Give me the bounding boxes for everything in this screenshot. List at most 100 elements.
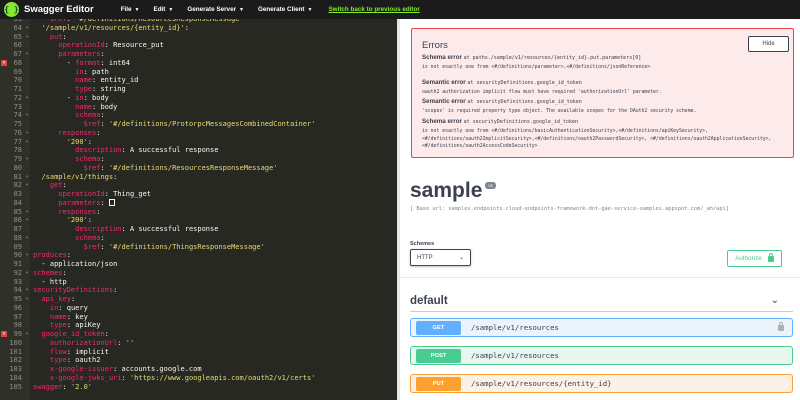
code-line[interactable]: 70 name: entity_id (0, 76, 397, 85)
code-line[interactable]: 104 x-google-jwks_uri: 'https://www.goog… (0, 374, 397, 383)
fold-arrow-icon[interactable]: ▾ (24, 330, 30, 339)
fold-arrow-icon[interactable]: ▾ (24, 173, 30, 182)
code-line[interactable]: 102 type: oauth2 (0, 356, 397, 365)
menu-generate-server[interactable]: Generate Server ▼ (187, 6, 244, 13)
http-method-badge: PUT (416, 376, 461, 391)
line-content: responses: (58, 207, 101, 216)
code-line[interactable]: 79 ▾ schema: (0, 155, 397, 164)
line-content: name: key (49, 312, 88, 321)
switch-editor-link[interactable]: Switch back to previous editor (328, 6, 419, 13)
code-line[interactable]: 84 parameters: (0, 198, 397, 208)
code-line[interactable]: × 68 - format: int64 (0, 59, 397, 68)
line-content: '/sample/v1/resources/{entity_id}': (41, 23, 189, 32)
operation-put[interactable]: PUT/sample/v1/resources/{entity_id} (410, 374, 793, 393)
fold-arrow-icon[interactable]: ▾ (24, 155, 30, 164)
code-line[interactable]: 87 description: A successful response (0, 225, 397, 234)
code-line[interactable]: 94 ▾ securityDefinitions: (0, 286, 397, 295)
line-content: x-google-issuer: accounts.google.com (49, 365, 202, 373)
menu-edit[interactable]: Edit ▼ (154, 6, 174, 13)
fold-arrow-icon[interactable]: ▾ (24, 286, 30, 295)
code-line[interactable]: 90 ▾ produces: (0, 251, 397, 260)
operation-path: /sample/v1/resources (471, 351, 559, 360)
line-content: google_id_token: (41, 330, 109, 338)
http-method-badge: GET (416, 320, 461, 335)
code-line[interactable]: 105 swagger: '2.0' (0, 383, 397, 392)
code-line[interactable]: 86 ▾ '200': (0, 216, 397, 225)
operation-post[interactable]: POST/sample/v1/resources (410, 346, 793, 365)
code-line[interactable]: 100 authorizationUrl: '' (0, 339, 397, 348)
fold-arrow-icon[interactable]: ▾ (24, 24, 30, 33)
fold-arrow-icon[interactable]: ▾ (24, 181, 30, 190)
code-line[interactable]: 92 ▾ schemes: (0, 269, 397, 278)
line-number: 83 (13, 190, 22, 198)
line-number: 100 (9, 338, 22, 347)
tag-section-default[interactable]: default ⌄ (410, 290, 793, 312)
code-line[interactable]: 67 ▾ parameters: (0, 50, 397, 59)
line-content: name: body (75, 102, 118, 111)
chevron-down-icon: ▼ (239, 6, 244, 13)
fold-arrow-icon[interactable]: ▾ (24, 138, 30, 147)
code-line[interactable]: 69 in: path (0, 68, 397, 77)
code-line[interactable]: 78 description: A successful response (0, 146, 397, 155)
line-number: 87 (13, 225, 22, 233)
code-line[interactable]: 71 type: string (0, 85, 397, 94)
code-line[interactable]: 91 - application/json (0, 260, 397, 269)
fold-arrow-icon[interactable]: ▾ (24, 94, 30, 103)
code-line[interactable]: 65 ▾ put: (0, 33, 397, 42)
fold-arrow-icon[interactable]: ▾ (24, 234, 30, 243)
code-line[interactable]: 98 type: apiKey (0, 321, 397, 330)
code-line[interactable]: 74 ▾ schema: (0, 111, 397, 120)
hide-errors-button[interactable]: Hide (748, 36, 789, 52)
code-line[interactable]: 101 flow: implicit (0, 348, 397, 357)
menu-file-label: File (120, 6, 132, 13)
code-editor[interactable]: 63 $ref: '#/definitions/ResourcesRespons… (0, 19, 397, 400)
menu-generate-client[interactable]: Generate Client ▼ (258, 6, 313, 13)
fold-arrow-icon[interactable]: ▾ (24, 251, 30, 260)
code-line[interactable]: 77 ▾ '200': (0, 138, 397, 147)
code-line[interactable]: 64 ▾ '/sample/v1/resources/{entity_id}': (0, 24, 397, 33)
fold-arrow-icon[interactable]: ▾ (24, 208, 30, 217)
code-line[interactable]: 80 $ref: '#/definitions/ResourcesRespons… (0, 164, 397, 173)
code-line[interactable]: 97 name: key (0, 313, 397, 322)
schemes-select[interactable]: HTTP ⌄ (410, 249, 471, 266)
split-divider[interactable] (397, 19, 400, 400)
line-content: swagger: '2.0' (33, 382, 93, 391)
app-logo[interactable]: { } Swagger Editor (4, 0, 94, 19)
error-location[interactable]: at securityDefinitions.google_id_token (464, 119, 578, 125)
editor-code[interactable]: 63 $ref: '#/definitions/ResourcesRespons… (0, 19, 397, 391)
fold-arrow-icon[interactable]: ▾ (24, 295, 30, 304)
code-line[interactable]: 83 operationId: Thing_get (0, 190, 397, 199)
code-line[interactable]: 96 in: query (0, 304, 397, 313)
fold-arrow-icon[interactable]: ▾ (24, 129, 30, 138)
code-line[interactable]: 72 ▾ - in: body (0, 94, 397, 103)
code-line[interactable]: 95 ▾ api_key: (0, 295, 397, 304)
code-line[interactable]: 93 - http (0, 278, 397, 287)
top-bar: { } Swagger Editor File ▼ Edit ▼ Generate … (0, 0, 800, 19)
fold-arrow-icon[interactable]: ▾ (24, 33, 30, 42)
error-location[interactable]: at securityDefinitions.google_id_token (467, 80, 581, 86)
line-number: 82 (13, 181, 22, 190)
menu-file[interactable]: File ▼ (121, 6, 140, 13)
code-line[interactable]: × 99 ▾ google_id_token: (0, 330, 397, 339)
authorize-button[interactable]: Authorize (727, 250, 782, 267)
error-location[interactable]: at paths./sample/v1/resources/{entity_id… (464, 55, 642, 61)
code-line[interactable]: 75 $ref: '#/definitions/ProtorpcMessages… (0, 120, 397, 129)
fold-arrow-icon[interactable]: ▾ (24, 50, 30, 59)
error-location[interactable]: at securityDefinitions.google_id_token (467, 99, 581, 105)
code-line[interactable]: 73 name: body (0, 103, 397, 112)
fold-arrow-icon[interactable]: ▾ (24, 216, 30, 225)
code-line[interactable]: 89 $ref: '#/definitions/ThingsResponseMe… (0, 243, 397, 252)
fold-arrow-icon[interactable]: ▾ (24, 269, 30, 278)
tag-name: default (410, 294, 448, 307)
operation-get[interactable]: GET/sample/v1/resources (410, 318, 793, 337)
code-line[interactable]: 88 ▾ schema: (0, 234, 397, 243)
code-line[interactable]: 103 x-google-issuer: accounts.google.com (0, 365, 397, 374)
code-line[interactable]: 85 ▾ responses: (0, 208, 397, 217)
code-line[interactable]: 82 ▾ get: (0, 181, 397, 190)
code-line[interactable]: 81 ▾ /sample/v1/things: (0, 173, 397, 182)
code-line[interactable]: 66 operationId: Resource_put (0, 41, 397, 50)
code-line[interactable]: 76 ▾ responses: (0, 129, 397, 138)
lock-icon[interactable] (778, 322, 784, 331)
line-number: 88 (13, 233, 22, 242)
fold-arrow-icon[interactable]: ▾ (24, 111, 30, 120)
